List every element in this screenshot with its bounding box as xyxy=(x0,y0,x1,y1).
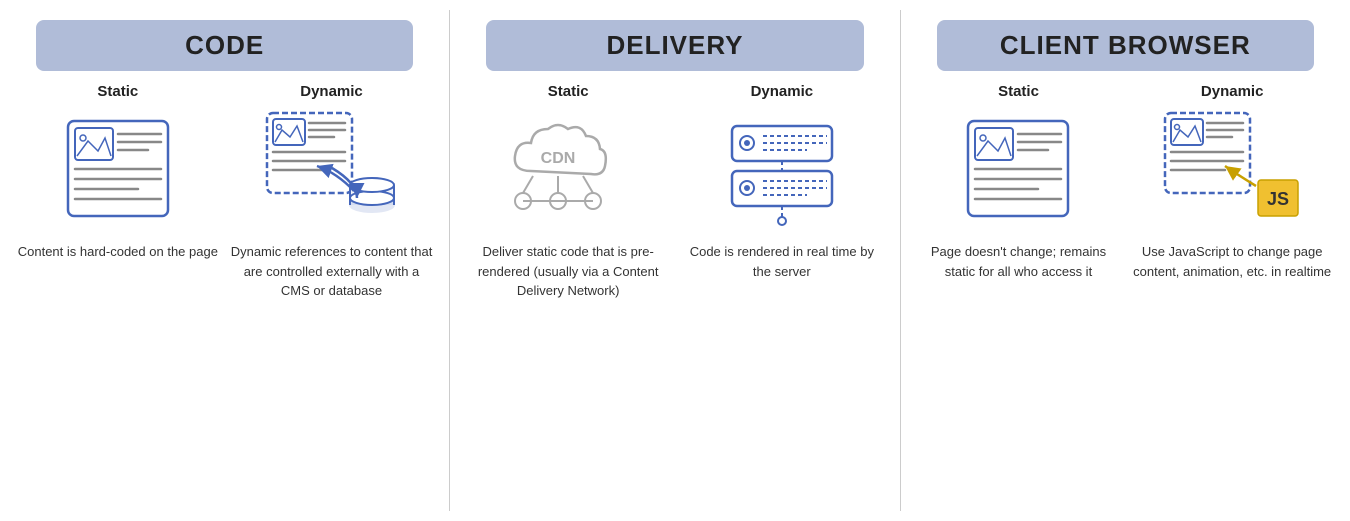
browser-subsections: Static Pa xyxy=(916,83,1335,501)
browser-static-title: Static xyxy=(998,83,1039,100)
section-code-title: CODE xyxy=(185,30,264,60)
browser-static: Static Pa xyxy=(916,83,1122,501)
delivery-static-desc: Deliver static code that is pre-rendered… xyxy=(465,242,671,301)
server-icon xyxy=(717,111,847,226)
section-browser-title: CLIENT BROWSER xyxy=(1000,30,1251,60)
code-dynamic: Dynamic xyxy=(229,83,435,501)
delivery-static: Static CDN xyxy=(465,83,671,501)
browser-static-doc-icon xyxy=(963,116,1073,221)
section-browser: CLIENT BROWSER Static xyxy=(901,10,1350,511)
delivery-dynamic-desc: Code is rendered in real time by the ser… xyxy=(679,242,885,281)
section-code: CODE Static xyxy=(0,10,450,511)
section-delivery: DELIVERY Static CDN xyxy=(450,10,900,511)
delivery-static-icon-area: CDN xyxy=(465,108,671,228)
svg-text:CDN: CDN xyxy=(541,150,576,167)
browser-dynamic-js-icon: JS xyxy=(1160,108,1305,228)
section-delivery-title: DELIVERY xyxy=(606,30,743,60)
code-static-desc: Content is hard-coded on the page xyxy=(18,242,218,262)
delivery-subsections: Static CDN xyxy=(465,83,884,501)
cdn-icon: CDN xyxy=(503,111,633,226)
browser-static-desc: Page doesn't change; remains static for … xyxy=(916,242,1122,281)
browser-static-icon-area xyxy=(916,108,1122,228)
code-static-title: Static xyxy=(97,83,138,100)
code-subsections: Static xyxy=(15,83,434,501)
main-container: CODE Static xyxy=(0,0,1350,521)
static-doc-icon xyxy=(63,116,173,221)
svg-text:JS: JS xyxy=(1267,189,1289,209)
section-browser-header: CLIENT BROWSER xyxy=(937,20,1314,71)
delivery-static-title: Static xyxy=(548,83,589,100)
code-static: Static xyxy=(15,83,221,501)
dynamic-doc-icon xyxy=(262,108,402,228)
browser-dynamic-icon-area: JS xyxy=(1129,108,1335,228)
browser-dynamic: Dynamic xyxy=(1129,83,1335,501)
section-delivery-header: DELIVERY xyxy=(486,20,863,71)
code-dynamic-desc: Dynamic references to content that are c… xyxy=(229,242,435,301)
delivery-dynamic-title: Dynamic xyxy=(751,83,814,100)
code-dynamic-icon-area xyxy=(229,108,435,228)
code-static-icon-area xyxy=(15,108,221,228)
section-code-header: CODE xyxy=(36,20,413,71)
code-dynamic-title: Dynamic xyxy=(300,83,363,100)
delivery-dynamic-icon-area xyxy=(679,108,885,228)
browser-dynamic-title: Dynamic xyxy=(1201,83,1264,100)
delivery-dynamic: Dynamic xyxy=(679,83,885,501)
browser-dynamic-desc: Use JavaScript to change page content, a… xyxy=(1129,242,1335,281)
